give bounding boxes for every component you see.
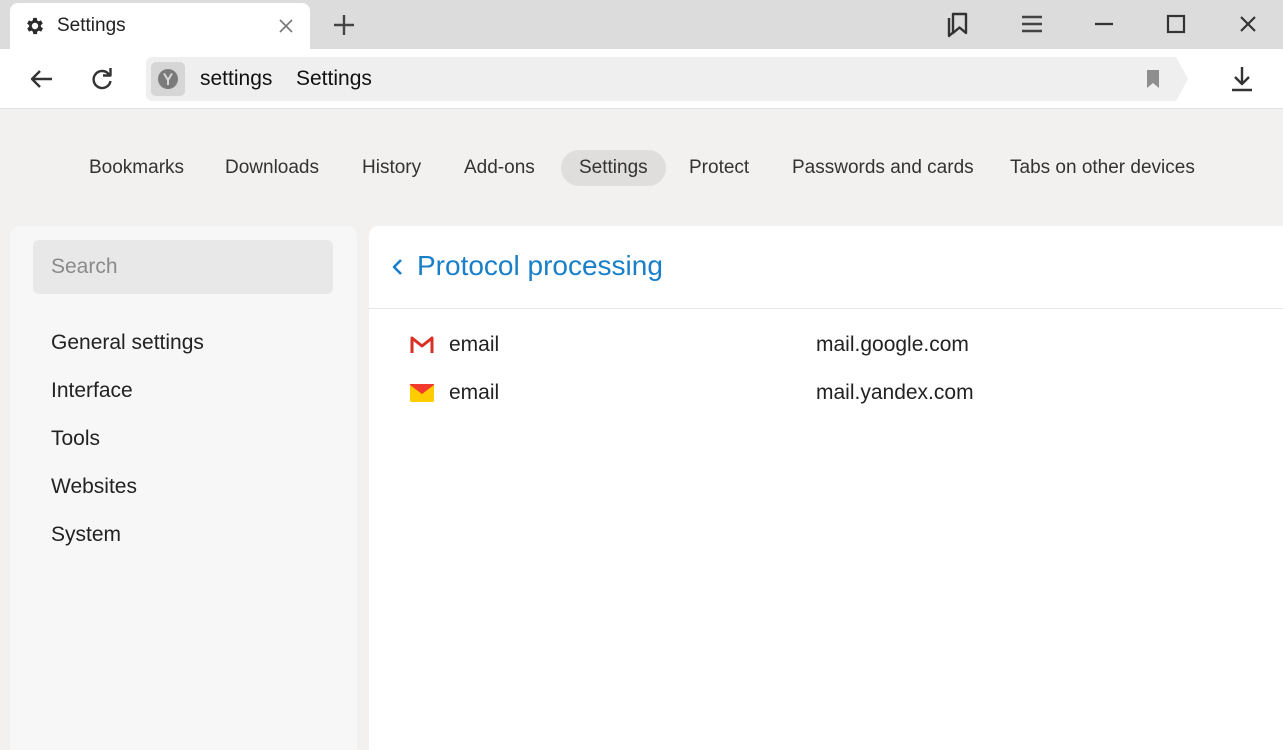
address-host: settings	[200, 67, 273, 90]
handler-host: mail.yandex.com	[816, 381, 974, 404]
settings-top-nav: Bookmarks Downloads History Add-ons Sett…	[0, 150, 1283, 186]
download-icon[interactable]	[1227, 64, 1257, 94]
nav-tab-history[interactable]: History	[362, 150, 421, 186]
browser-tab-settings[interactable]: Settings	[10, 3, 310, 49]
nav-tab-settings[interactable]: Settings	[561, 150, 666, 186]
close-window-icon[interactable]	[1233, 9, 1263, 39]
bookmarks-collections-icon[interactable]	[944, 9, 974, 39]
close-tab-icon[interactable]	[274, 14, 298, 38]
nav-tab-addons[interactable]: Add-ons	[464, 150, 535, 186]
yandex-mail-icon	[410, 384, 434, 402]
sidebar-item-interface[interactable]: Interface	[51, 379, 133, 403]
page-title: Protocol processing	[417, 250, 663, 281]
search-input[interactable]	[33, 240, 333, 294]
handler-protocol: email	[449, 381, 500, 404]
sidebar-item-websites[interactable]: Websites	[51, 475, 137, 499]
menu-hamburger-icon[interactable]	[1017, 9, 1047, 39]
minimize-icon[interactable]	[1089, 9, 1119, 39]
address-page-title: Settings	[296, 67, 372, 90]
sidebar-item-general-settings[interactable]: General settings	[51, 331, 204, 355]
nav-tab-downloads[interactable]: Downloads	[225, 150, 319, 186]
chevron-left-icon[interactable]	[389, 256, 407, 278]
reload-icon[interactable]	[87, 64, 117, 94]
panel-header: Protocol processing	[369, 226, 1283, 309]
handler-row[interactable]: email mail.google.com	[369, 327, 1283, 367]
address-bar[interactable]: settings Settings	[146, 57, 1176, 101]
handler-row[interactable]: email mail.yandex.com	[369, 375, 1283, 415]
settings-sidebar: General settings Interface Tools Website…	[10, 226, 357, 750]
settings-main-panel: Protocol processing email mail.google.co…	[369, 226, 1283, 750]
gmail-icon	[410, 336, 434, 353]
back-arrow-icon[interactable]	[27, 64, 57, 94]
sidebar-item-system[interactable]: System	[51, 523, 121, 547]
sidebar-item-tools[interactable]: Tools	[51, 427, 100, 451]
new-tab-plus-icon[interactable]	[330, 11, 358, 39]
nav-tab-tabs-on-other-devices[interactable]: Tabs on other devices	[1010, 150, 1195, 186]
maximize-icon[interactable]	[1161, 9, 1191, 39]
nav-tab-bookmarks[interactable]: Bookmarks	[89, 150, 184, 186]
nav-tab-protect[interactable]: Protect	[689, 150, 749, 186]
browser-tab-title: Settings	[57, 15, 126, 36]
toolbar: settings Settings	[0, 49, 1283, 109]
tab-strip: Settings	[0, 0, 1283, 49]
yandex-browser-logo-icon	[151, 62, 185, 96]
nav-tab-passwords-and-cards[interactable]: Passwords and cards	[792, 150, 974, 186]
handler-host: mail.google.com	[816, 333, 969, 356]
gear-icon	[27, 17, 43, 35]
address-bar-arrow	[1176, 57, 1188, 101]
bookmark-icon[interactable]	[1142, 68, 1164, 90]
handler-protocol: email	[449, 333, 500, 356]
